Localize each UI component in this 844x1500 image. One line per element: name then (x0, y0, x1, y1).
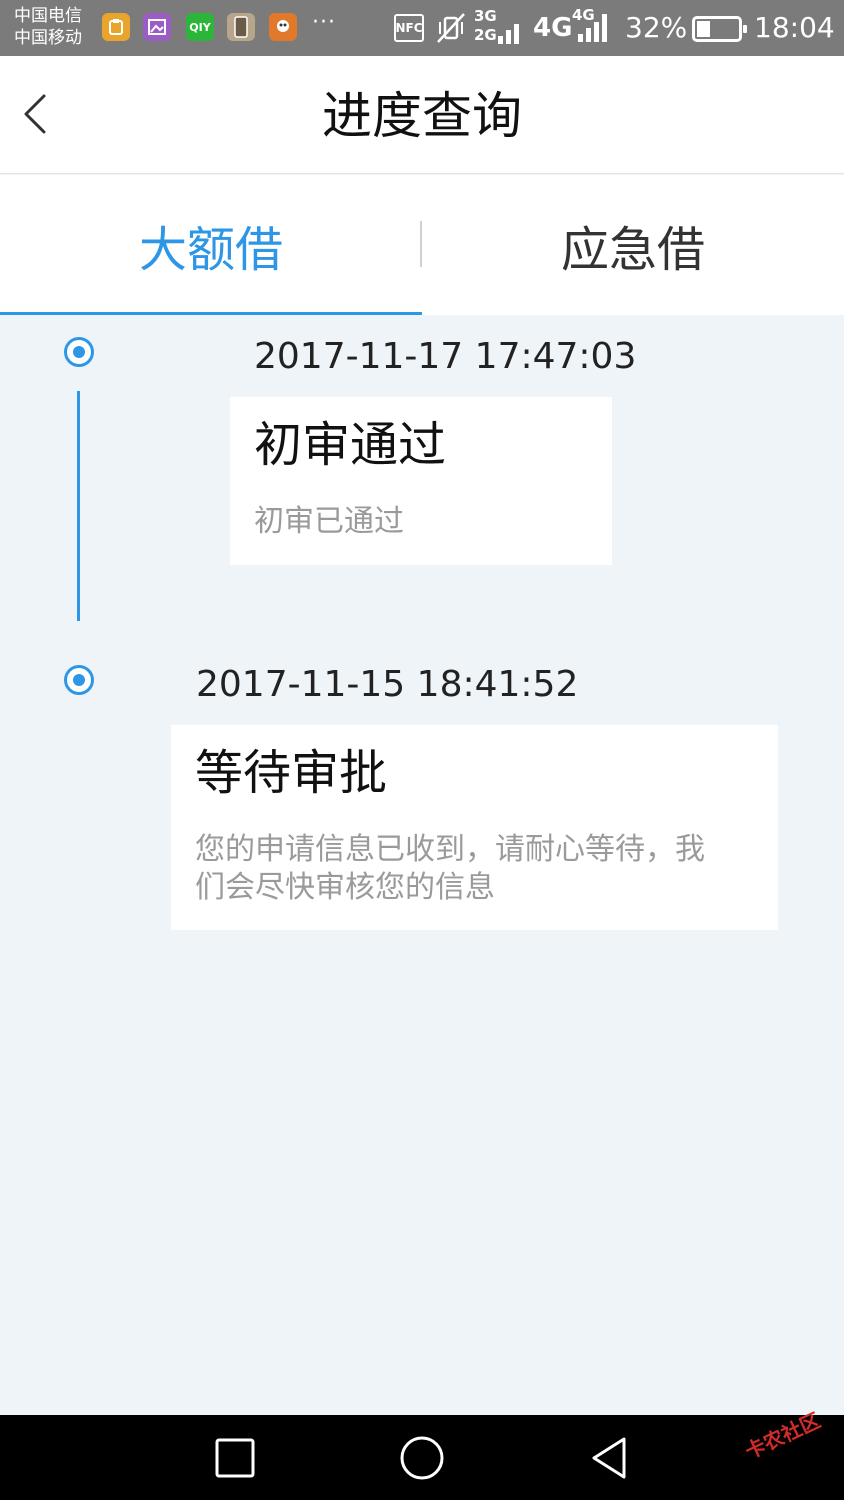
carrier-2: 中国移动 (14, 28, 82, 48)
page-title: 进度查询 (322, 87, 522, 145)
more-notifications-icon: ··· (312, 10, 336, 35)
square-icon (215, 1438, 255, 1478)
carrier-1: 中国电信 (14, 6, 82, 26)
recent-apps-button[interactable] (210, 1433, 260, 1483)
gallery-app-icon (143, 13, 171, 41)
net-3g-label: 3G (474, 7, 497, 25)
triangle-back-icon (592, 1437, 626, 1479)
signal-2-icon (578, 12, 607, 42)
tab-large-loan[interactable]: 大额借 (0, 175, 422, 315)
battery-percent: 32% (625, 11, 688, 44)
wallet-app-icon (102, 13, 130, 41)
timeline-card: 等待审批 您的申请信息已收到，请耐心等待，我 们会尽快审核您的信息 (171, 725, 778, 930)
carrier-labels: 中国电信 中国移动 (14, 5, 82, 49)
app-header: 进度查询 (0, 56, 844, 174)
clock: 18:04 (754, 11, 835, 44)
signal-1-icon (498, 14, 519, 44)
nfc-icon: NFC (394, 14, 424, 42)
status-bar: 中国电信 中国移动 QIY ··· NFC 3G 2G 4G 4G 32% 18… (0, 0, 844, 56)
iqiyi-app-icon: QIY (186, 13, 214, 41)
nfc-label: NFC (395, 21, 423, 35)
timeline-card-desc-line1: 您的申请信息已收到，请耐心等待，我 (195, 832, 705, 867)
progress-timeline: 2017-11-17 17:47:03 初审通过 初审已通过 2017-11-1… (0, 315, 844, 1415)
net-4g-label: 4G (533, 13, 573, 43)
timeline-card-desc-line2: 们会尽快审核您的信息 (195, 870, 495, 905)
tab-bar: 大额借 应急借 (0, 175, 844, 315)
timeline-dot-icon (64, 337, 94, 367)
timeline-card-title: 等待审批 (195, 745, 388, 801)
phone-app-icon (227, 13, 255, 41)
battery-icon (692, 16, 747, 42)
timeline-line (77, 391, 80, 621)
back-nav-button[interactable] (584, 1433, 634, 1483)
timeline-dot-icon (64, 665, 94, 695)
tab-large-loan-label: 大额借 (138, 222, 283, 278)
net-2g-label: 2G (474, 26, 497, 44)
home-button[interactable] (397, 1433, 447, 1483)
vibrate-off-icon (436, 12, 466, 44)
battery-fill (697, 21, 710, 37)
timeline-timestamp: 2017-11-17 17:47:03 (254, 336, 637, 377)
tab-emergency-loan-label: 应急借 (560, 222, 705, 278)
game-app-icon (269, 13, 297, 41)
system-nav-bar (0, 1415, 844, 1500)
timeline-timestamp: 2017-11-15 18:41:52 (196, 664, 579, 705)
tab-emergency-loan[interactable]: 应急借 (422, 175, 844, 315)
timeline-card-desc: 初审已通过 (254, 504, 404, 539)
timeline-card-title: 初审通过 (254, 417, 447, 473)
iqiyi-label: QIY (189, 20, 211, 34)
circle-icon (400, 1436, 444, 1480)
timeline-card: 初审通过 初审已通过 (230, 397, 612, 565)
